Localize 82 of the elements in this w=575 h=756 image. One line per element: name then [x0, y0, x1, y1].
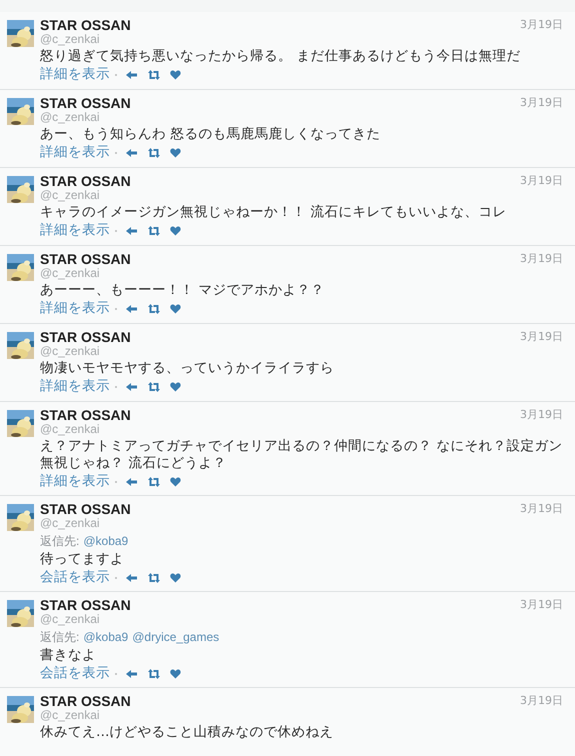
details-link[interactable]: 会話を表示	[40, 665, 110, 682]
tweet-text: え？アナトミアってガチャでイセリア出るの？仲間になるの？ なにそれ？設定ガン無視じゃね？ 流石にどうよ？	[40, 438, 563, 472]
tweet-date: 3月19日	[520, 95, 563, 110]
reply-label: 返信先:	[40, 534, 80, 548]
tweet-card[interactable]: STAR OSSAN @c_zenkai 3月19日 怒り過ぎて気持ち悪いなったから帰る。 まだ仕事あるけどもう今日は無理だ 詳細を表示	[0, 12, 575, 90]
tweet-text: 怒り過ぎて気持ち悪いなったから帰る。 まだ仕事あるけどもう今日は無理だ	[40, 48, 522, 65]
tweet-text: キャラのイメージガン無視じゃねーか！！ 流石にキレてもいいよな、コレ	[40, 204, 508, 221]
heart-icon[interactable]	[170, 148, 181, 158]
retweet-icon[interactable]	[147, 226, 161, 236]
tweet-card[interactable]: STAR OSSAN @c_zenkai 3月19日 返信先: @koba9 待ってますよ 会話を表示	[0, 496, 575, 592]
tweet-card[interactable]: STAR OSSAN @c_zenkai 3月19日 キャラのイメージガン無視じゃねーか！！ 流石にキレてもいいよな、コレ 詳細を表示	[0, 168, 575, 246]
user-name: STAR OSSAN	[40, 17, 131, 33]
user-name: STAR OSSAN	[40, 95, 131, 111]
user-name: STAR OSSAN	[40, 407, 131, 423]
retweet-icon[interactable]	[147, 668, 161, 678]
reply-label: 返信先:	[40, 630, 80, 644]
retweet-icon[interactable]	[147, 70, 161, 80]
retweet-icon[interactable]	[147, 476, 161, 486]
tweet-date: 3月19日	[520, 173, 563, 188]
tweet-card[interactable]: STAR OSSAN @c_zenkai 3月19日 物凄いモヤモヤする、っていうかイライラすら 詳細を表示	[0, 324, 575, 402]
tweet-date: 3月19日	[520, 329, 563, 344]
user-name: STAR OSSAN	[40, 173, 131, 189]
tweet-card[interactable]: STAR OSSAN @c_zenkai 3月19日 休みてえ…けどやること山積みなので休めねえ	[0, 688, 575, 756]
tweet-card[interactable]: STAR OSSAN @c_zenkai 3月19日 返信先: @koba9 @dryice_games 書きなよ 会話を表示	[0, 592, 575, 688]
tweet-date: 3月19日	[520, 17, 563, 32]
tweet-text: あー、もう知らんわ 怒るのも馬鹿馬鹿しくなってきた	[40, 126, 382, 143]
user-handle: @c_zenkai	[40, 517, 101, 530]
tweet-text: 休みてえ…けどやること山積みなので休めねえ	[40, 724, 334, 741]
heart-icon[interactable]	[170, 304, 181, 314]
tweet-text: 物凄いモヤモヤする、っていうかイライラすら	[40, 360, 335, 377]
user-handle: @c_zenkai	[40, 345, 101, 358]
tweet-date: 3月19日	[520, 501, 563, 516]
reply-icon[interactable]	[126, 572, 138, 582]
heart-icon[interactable]	[170, 476, 181, 486]
retweet-icon[interactable]	[147, 572, 161, 582]
reply-icon[interactable]	[126, 476, 138, 486]
heart-icon[interactable]	[170, 226, 181, 236]
reply-icon[interactable]	[126, 70, 138, 80]
details-link[interactable]: 詳細を表示	[40, 300, 110, 317]
reply-icon[interactable]	[126, 382, 138, 392]
heart-icon[interactable]	[170, 572, 181, 582]
tweet-text: 書きなよ	[40, 647, 97, 664]
reply-icon[interactable]	[126, 668, 138, 678]
details-link[interactable]: 詳細を表示	[40, 473, 110, 490]
mention-link[interactable]: @koba9	[83, 630, 128, 644]
details-link[interactable]: 詳細を表示	[40, 66, 110, 83]
tweet-date: 3月19日	[520, 251, 563, 266]
reply-icon[interactable]	[126, 226, 138, 236]
details-link[interactable]: 会話を表示	[40, 569, 110, 586]
tweet-card[interactable]: STAR OSSAN @c_zenkai 3月19日 え？アナトミアってガチャでイセリア出るの？仲間になるの？ なにそれ？設定ガン無視じゃね？ 流石にどうよ？ 詳細を表示	[0, 402, 575, 496]
user-name: STAR OSSAN	[40, 329, 131, 345]
user-handle: @c_zenkai	[40, 267, 101, 280]
user-name: STAR OSSAN	[40, 693, 131, 709]
user-handle: @c_zenkai	[40, 709, 101, 722]
tweet-card[interactable]: STAR OSSAN @c_zenkai 3月19日 あーーー、もーーー！！ マジでアホかよ？？ 詳細を表示	[0, 246, 575, 324]
heart-icon[interactable]	[170, 668, 181, 678]
tweet-date: 3月19日	[520, 597, 563, 612]
heart-icon[interactable]	[170, 382, 181, 392]
tweet-card[interactable]: STAR OSSAN @c_zenkai 3月19日 あー、もう知らんわ 怒るのも馬鹿馬鹿しくなってきた 詳細を表示	[0, 90, 575, 168]
heart-icon[interactable]	[170, 70, 181, 80]
user-handle: @c_zenkai	[40, 111, 101, 124]
reply-icon[interactable]	[126, 148, 138, 158]
details-link[interactable]: 詳細を表示	[40, 144, 110, 161]
user-name: STAR OSSAN	[40, 251, 131, 267]
tweet-date: 3月19日	[520, 693, 563, 708]
user-handle: @c_zenkai	[40, 33, 101, 46]
user-handle: @c_zenkai	[40, 189, 101, 202]
retweet-icon[interactable]	[147, 304, 161, 314]
user-name: STAR OSSAN	[40, 501, 131, 517]
details-link[interactable]: 詳細を表示	[40, 378, 110, 395]
user-handle: @c_zenkai	[40, 613, 101, 626]
tweet-date: 3月19日	[520, 407, 563, 422]
tweet-text: 待ってますよ	[40, 551, 125, 568]
mention-link[interactable]: @koba9	[83, 534, 128, 548]
tweet-text: あーーー、もーーー！！ マジでアホかよ？？	[40, 282, 326, 299]
details-link[interactable]: 詳細を表示	[40, 222, 110, 239]
user-name: STAR OSSAN	[40, 597, 131, 613]
reply-icon[interactable]	[126, 304, 138, 314]
retweet-icon[interactable]	[147, 148, 161, 158]
user-handle: @c_zenkai	[40, 423, 101, 436]
retweet-icon[interactable]	[147, 382, 161, 392]
mention-link[interactable]: @dryice_games	[132, 630, 220, 644]
